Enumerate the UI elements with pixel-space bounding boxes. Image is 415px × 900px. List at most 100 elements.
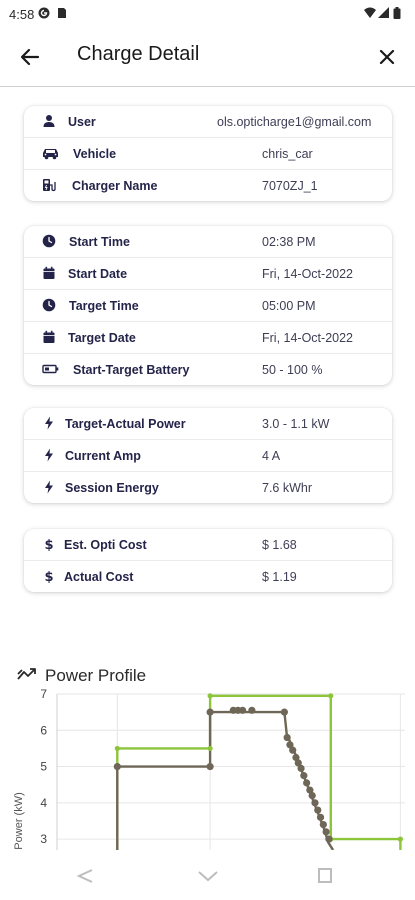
nav-back-icon[interactable]: [70, 868, 100, 884]
data-point: [207, 745, 213, 752]
arrow-left-icon[interactable]: [14, 41, 46, 73]
chart-markers: [113, 693, 403, 843]
svg-text:$: $: [44, 538, 53, 551]
charger-icon: [43, 179, 56, 192]
calendar-icon: [43, 266, 55, 279]
dollar-icon: $: [44, 538, 53, 551]
data-point: [316, 813, 325, 821]
data-point: [319, 821, 327, 829]
page-title: Charge Detail: [77, 43, 200, 65]
clock-icon: [42, 298, 56, 312]
y-axis-label: Power (kW): [13, 792, 25, 849]
nav-home-icon[interactable]: [193, 866, 223, 886]
detail-row-user: User ols.opticharge1@gmail.com: [24, 106, 392, 138]
data-point: [325, 835, 333, 843]
row-label: Vehicle: [73, 147, 117, 161]
data-point: [397, 836, 403, 842]
power-card: Target-Actual Power 3.0 - 1.1 kW Current…: [24, 408, 392, 503]
trend-icon: [17, 668, 36, 680]
row-label: Target Date: [68, 331, 136, 345]
data-point: [283, 733, 291, 742]
app-bar: Charge Detail: [0, 28, 415, 87]
data-point: [328, 693, 334, 699]
chart-labels: 3 4 5 6 7 Power (kW): [13, 688, 47, 850]
battery-status-icon: [393, 7, 401, 19]
row-label: Session Energy: [65, 481, 159, 495]
row-value: $ 1.19: [262, 570, 297, 584]
data-point: [308, 791, 316, 800]
y-tick-label: 4: [40, 796, 47, 810]
system-nav-bar: [0, 850, 415, 900]
series-line-2: [116, 710, 335, 850]
detail-row-session-energy: Session Energy 7.6 kWhr: [24, 472, 392, 503]
data-point: [113, 762, 121, 771]
dollar-icon: $: [44, 570, 53, 583]
data-point: [300, 772, 308, 780]
data-point: [289, 746, 297, 754]
cost-card: $ Est. Opti Cost $ 1.68 $ Actual Cost $ …: [24, 529, 392, 592]
row-value: 50 - 100 %: [262, 363, 323, 377]
row-label: Charger Name: [72, 179, 158, 193]
row-value: $ 1.68: [262, 538, 297, 552]
battery-icon: [42, 364, 59, 374]
y-tick-label: 5: [40, 760, 47, 774]
row-label: Actual Cost: [64, 570, 134, 584]
detail-row-start-date: Start Date Fri, 14-Oct-2022: [24, 258, 392, 290]
data-point: [311, 799, 319, 807]
detail-row-target-actual-power: Target-Actual Power 3.0 - 1.1 kW: [24, 408, 392, 440]
data-point: [322, 828, 330, 836]
row-label: User: [68, 115, 96, 129]
nav-recents-icon[interactable]: [315, 868, 335, 884]
svg-text:$: $: [44, 570, 53, 583]
bolt-icon: [45, 448, 53, 462]
row-value: ols.opticharge1@gmail.com: [217, 115, 372, 129]
detail-row-start-time: Start Time 02:38 PM: [24, 226, 392, 258]
row-label: Target Time: [69, 299, 139, 313]
schedule-card: Start Time 02:38 PM Start Date Fri, 14-O…: [24, 226, 392, 385]
signal-icon: [378, 7, 389, 18]
chart-grid: [56, 693, 405, 850]
data-point: [280, 708, 288, 716]
status-time: 4:58: [9, 7, 35, 22]
row-value: 4 A: [262, 449, 281, 463]
y-tick-label: 3: [40, 832, 47, 846]
detail-row-target-date: Target Date Fri, 14-Oct-2022: [24, 322, 392, 354]
car-icon: [43, 149, 58, 160]
detail-row-vehicle: Vehicle chris_car: [24, 138, 392, 170]
close-icon[interactable]: [371, 41, 403, 73]
row-value: 05:00 PM: [262, 299, 316, 313]
data-point: [207, 693, 213, 699]
wifi-icon: [364, 7, 376, 18]
clock-icon: [42, 234, 56, 248]
user-icon: [43, 115, 55, 127]
data-point: [114, 745, 120, 752]
power-profile-chart: 3 4 5 6 7 Power (kW): [13, 688, 405, 850]
data-point: [248, 706, 256, 714]
series-line-1: [116, 694, 402, 850]
calendar-icon: [43, 330, 55, 343]
data-point: [297, 764, 305, 772]
y-tick-label: 7: [40, 688, 47, 701]
y-tick-label: 6: [40, 723, 47, 737]
power-profile-title: Power Profile: [45, 666, 147, 685]
row-label: Start Time: [69, 235, 130, 249]
data-point: [206, 708, 214, 716]
detail-row-current-amp: Current Amp 4 A: [24, 440, 392, 472]
row-value: Fri, 14-Oct-2022: [262, 331, 354, 345]
row-label: Start-Target Battery: [73, 363, 190, 377]
bolt-icon: [45, 480, 53, 494]
bolt-icon: [45, 416, 53, 430]
row-value: 7070ZJ_1: [262, 179, 318, 193]
data-point: [303, 779, 311, 787]
detail-row-actual-cost: $ Actual Cost $ 1.19: [24, 561, 392, 592]
row-value: chris_car: [262, 147, 313, 161]
row-value: Fri, 14-Oct-2022: [262, 267, 354, 281]
status-bar: 4:58: [0, 0, 415, 28]
g-icon: [38, 7, 50, 19]
sim-icon: [58, 8, 66, 18]
row-value: 3.0 - 1.1 kW: [262, 417, 330, 431]
row-label: Start Date: [68, 267, 128, 281]
user-info-card: User ols.opticharge1@gmail.com Vehicle c…: [24, 106, 392, 201]
detail-row-target-time: Target Time 05:00 PM: [24, 290, 392, 322]
row-label: Est. Opti Cost: [64, 538, 147, 552]
